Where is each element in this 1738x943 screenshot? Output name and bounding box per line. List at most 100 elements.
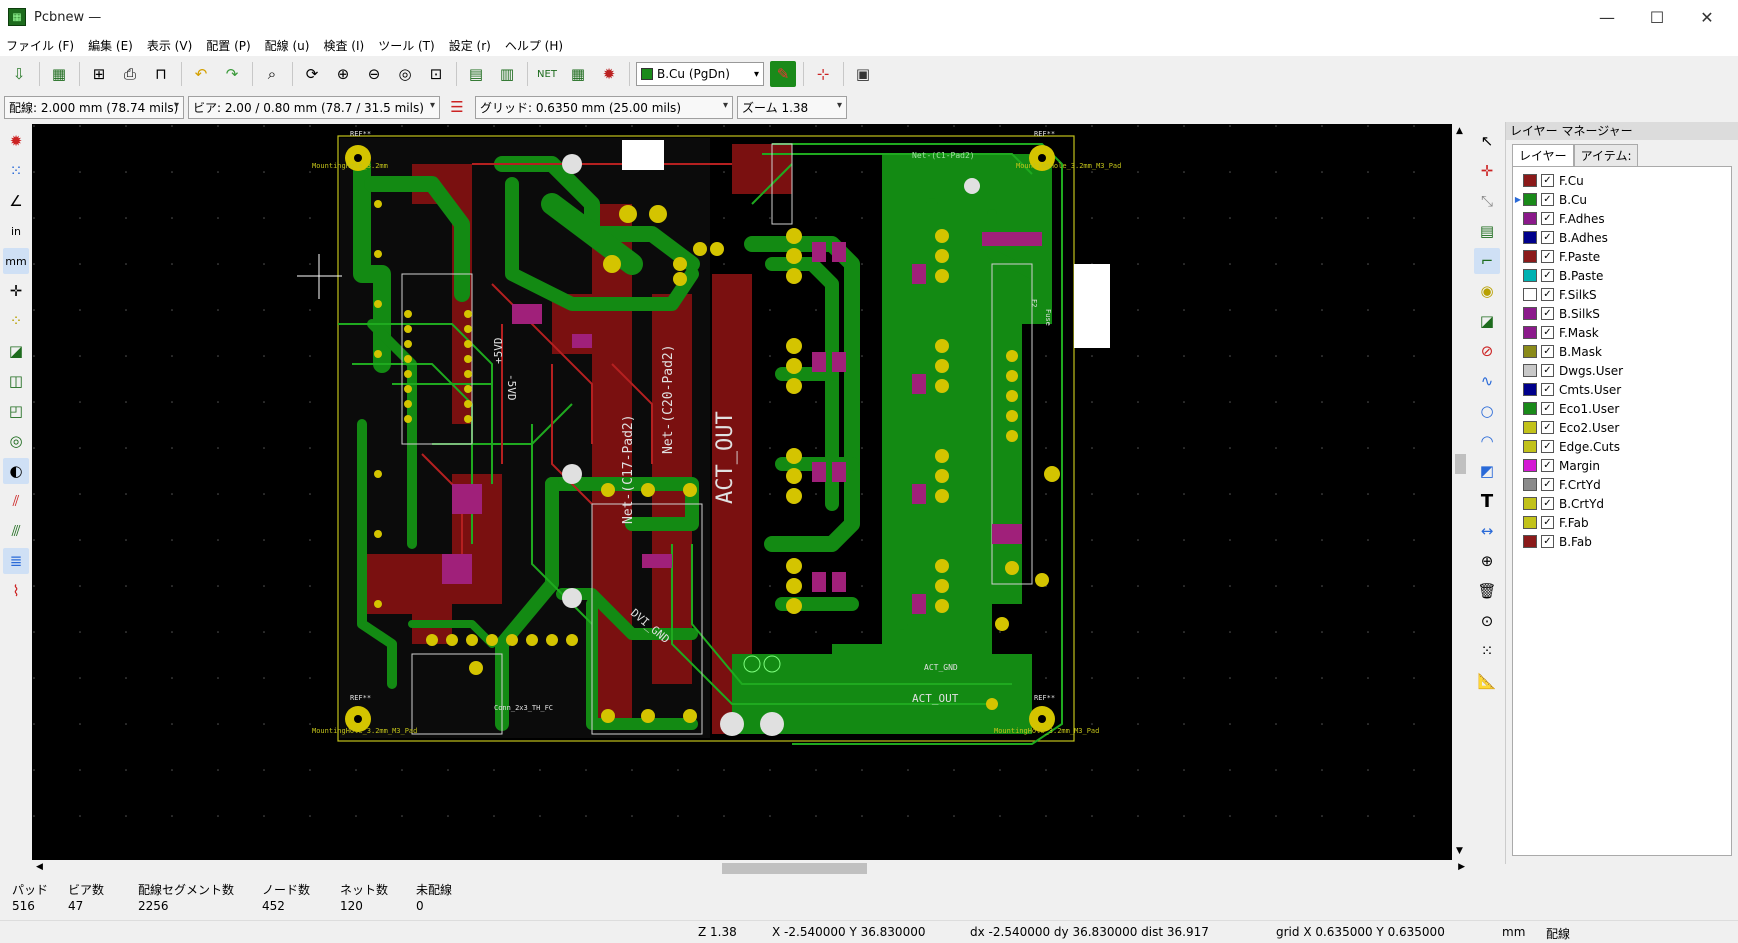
layer-color-swatch[interactable] bbox=[1523, 516, 1537, 529]
menu-route[interactable]: 配線 (u) bbox=[265, 37, 310, 54]
layer-color-swatch[interactable] bbox=[1523, 307, 1537, 320]
horizontal-scrollbar[interactable]: ◀ ▶ bbox=[32, 860, 1469, 877]
layer-color-swatch[interactable] bbox=[1523, 231, 1537, 244]
autoplace-icon[interactable]: ⊹ bbox=[810, 61, 836, 87]
layer-visibility-checkbox[interactable]: ✓ bbox=[1541, 459, 1554, 472]
layer-visibility-checkbox[interactable]: ✓ bbox=[1541, 535, 1554, 548]
layer-visibility-checkbox[interactable]: ✓ bbox=[1541, 497, 1554, 510]
vertical-scroll-thumb[interactable] bbox=[1455, 454, 1466, 474]
layer-color-swatch[interactable] bbox=[1523, 174, 1537, 187]
layer-pair-icon[interactable]: ✎ bbox=[770, 61, 796, 87]
layer-visibility-checkbox[interactable]: ✓ bbox=[1541, 402, 1554, 415]
update-pcb-icon[interactable]: ▦ bbox=[565, 61, 591, 87]
auto-track-width-icon[interactable]: ☰ bbox=[444, 94, 470, 120]
layer-row[interactable]: ✓ Cmts.User bbox=[1513, 380, 1731, 399]
layer-visibility-checkbox[interactable]: ✓ bbox=[1541, 231, 1554, 244]
maximize-button[interactable]: ☐ bbox=[1632, 0, 1682, 34]
layer-color-swatch[interactable] bbox=[1523, 459, 1537, 472]
scroll-down-icon[interactable]: ▼ bbox=[1456, 846, 1463, 856]
layer-visibility-checkbox[interactable]: ✓ bbox=[1541, 269, 1554, 282]
layer-color-swatch[interactable] bbox=[1523, 288, 1537, 301]
zone-no-fill-icon[interactable]: ◰ bbox=[3, 398, 29, 424]
measure-icon[interactable]: 📐 bbox=[1474, 668, 1500, 694]
plot-icon[interactable]: ⊓ bbox=[148, 61, 174, 87]
refresh-icon[interactable]: ⟳ bbox=[299, 61, 325, 87]
pad-outline-icon[interactable]: ⫻ bbox=[3, 518, 29, 544]
close-button[interactable]: ✕ bbox=[1682, 0, 1732, 34]
scroll-up-icon[interactable]: ▲ bbox=[1456, 126, 1463, 136]
add-circle-icon[interactable]: ○ bbox=[1474, 398, 1500, 424]
pcb-canvas[interactable]: Net-(C1-Pad2) ACT_OUT Net-(C17-Pad2) Net… bbox=[32, 124, 1452, 860]
via-size-select[interactable]: ビア: 2.00 / 0.80 mm (78.7 / 31.5 mils) ▾ bbox=[188, 95, 440, 119]
find-icon[interactable]: ⌕ bbox=[259, 61, 285, 87]
layer-visibility-checkbox[interactable]: ✓ bbox=[1541, 364, 1554, 377]
layer-visibility-checkbox[interactable]: ✓ bbox=[1541, 421, 1554, 434]
layer-row[interactable]: ✓ Eco1.User bbox=[1513, 399, 1731, 418]
layer-color-swatch[interactable] bbox=[1523, 250, 1537, 263]
add-footprint-icon[interactable]: ✛ bbox=[1474, 158, 1500, 184]
undo-icon[interactable]: ↶ bbox=[188, 61, 214, 87]
redo-icon[interactable]: ↷ bbox=[219, 61, 245, 87]
drill-origin-icon[interactable]: ⊙ bbox=[1474, 608, 1500, 634]
layer-color-swatch[interactable] bbox=[1523, 212, 1537, 225]
add-keepout-icon[interactable]: ⊘ bbox=[1474, 338, 1500, 364]
add-text-icon[interactable]: T bbox=[1474, 488, 1500, 514]
menu-inspect[interactable]: 検査 (I) bbox=[323, 37, 364, 54]
layer-row[interactable]: ✓ B.Mask bbox=[1513, 342, 1731, 361]
layer-color-swatch[interactable] bbox=[1523, 421, 1537, 434]
active-layer-select[interactable]: B.Cu (PgDn) ▾ bbox=[636, 62, 764, 86]
print-icon[interactable]: ⎙ bbox=[117, 61, 143, 87]
add-polygon-icon[interactable]: ◩ bbox=[1474, 458, 1500, 484]
add-line-icon[interactable]: ∿ bbox=[1474, 368, 1500, 394]
footprint-editor-icon[interactable]: ▤ bbox=[463, 61, 489, 87]
drc-marker-icon[interactable]: ✹ bbox=[3, 128, 29, 154]
high-contrast-icon[interactable]: ◐ bbox=[3, 458, 29, 484]
layer-row[interactable]: ✓ F.SilkS bbox=[1513, 285, 1731, 304]
add-track-icon[interactable]: ▤ bbox=[1474, 218, 1500, 244]
layer-color-swatch[interactable] bbox=[1523, 364, 1537, 377]
route-diff-pair-icon[interactable]: ⌐ bbox=[1474, 248, 1500, 274]
layer-color-swatch[interactable] bbox=[1523, 535, 1537, 548]
layer-visibility-checkbox[interactable]: ✓ bbox=[1541, 288, 1554, 301]
board-setup-icon[interactable]: ▦ bbox=[46, 61, 72, 87]
grid-origin-icon[interactable]: ⁙ bbox=[1474, 638, 1500, 664]
menu-tools[interactable]: ツール (T) bbox=[378, 37, 435, 54]
zoom-selection-icon[interactable]: ⊡ bbox=[423, 61, 449, 87]
layer-row[interactable]: ✓ F.Paste bbox=[1513, 247, 1731, 266]
mm-units-icon[interactable]: mm bbox=[3, 248, 29, 274]
layer-color-swatch[interactable] bbox=[1523, 478, 1537, 491]
layer-visibility-checkbox[interactable]: ✓ bbox=[1541, 383, 1554, 396]
cursor-shape-icon[interactable]: ✛ bbox=[3, 278, 29, 304]
layer-visibility-checkbox[interactable]: ✓ bbox=[1541, 326, 1554, 339]
layer-row[interactable]: ✓ B.Paste bbox=[1513, 266, 1731, 285]
layer-visibility-checkbox[interactable]: ✓ bbox=[1541, 516, 1554, 529]
tab-layers[interactable]: レイヤー bbox=[1512, 144, 1574, 166]
delete-icon[interactable]: 🗑 bbox=[1474, 578, 1500, 604]
layer-row[interactable]: ✓ Eco2.User bbox=[1513, 418, 1731, 437]
zone-fill-icon[interactable]: ◪ bbox=[3, 338, 29, 364]
scroll-left-icon[interactable]: ◀ bbox=[36, 862, 43, 872]
layer-row[interactable]: ✓ B.Fab bbox=[1513, 532, 1731, 551]
ratsnest-icon[interactable]: ⁘ bbox=[3, 308, 29, 334]
zoom-out-icon[interactable]: ⊖ bbox=[361, 61, 387, 87]
zoom-select[interactable]: ズーム 1.38 ▾ bbox=[737, 95, 847, 119]
layer-color-swatch[interactable] bbox=[1523, 440, 1537, 453]
add-zone-icon[interactable]: ◪ bbox=[1474, 308, 1500, 334]
microwave-icon[interactable]: ⌇ bbox=[3, 578, 29, 604]
polar-coords-icon[interactable]: ∠ bbox=[3, 188, 29, 214]
layer-row[interactable]: ✓ F.Cu bbox=[1513, 171, 1731, 190]
select-icon[interactable]: ↖ bbox=[1474, 128, 1500, 154]
menu-view[interactable]: 表示 (V) bbox=[147, 37, 192, 54]
layer-row[interactable]: ✓ B.SilkS bbox=[1513, 304, 1731, 323]
track-width-select[interactable]: 配線: 2.000 mm (78.74 mils) ▾ bbox=[4, 95, 184, 119]
menu-place[interactable]: 配置 (P) bbox=[206, 37, 250, 54]
layer-row[interactable]: ▶ ✓ B.Cu bbox=[1513, 190, 1731, 209]
layer-color-swatch[interactable] bbox=[1523, 193, 1537, 206]
layer-visibility-checkbox[interactable]: ✓ bbox=[1541, 174, 1554, 187]
scroll-right-icon[interactable]: ▶ bbox=[1458, 862, 1465, 872]
tab-items[interactable]: アイテム: bbox=[1573, 144, 1639, 166]
layer-color-swatch[interactable] bbox=[1523, 383, 1537, 396]
page-settings-icon[interactable]: ⊞ bbox=[86, 61, 112, 87]
layer-visibility-checkbox[interactable]: ✓ bbox=[1541, 345, 1554, 358]
horizontal-scroll-thumb[interactable] bbox=[722, 863, 867, 874]
